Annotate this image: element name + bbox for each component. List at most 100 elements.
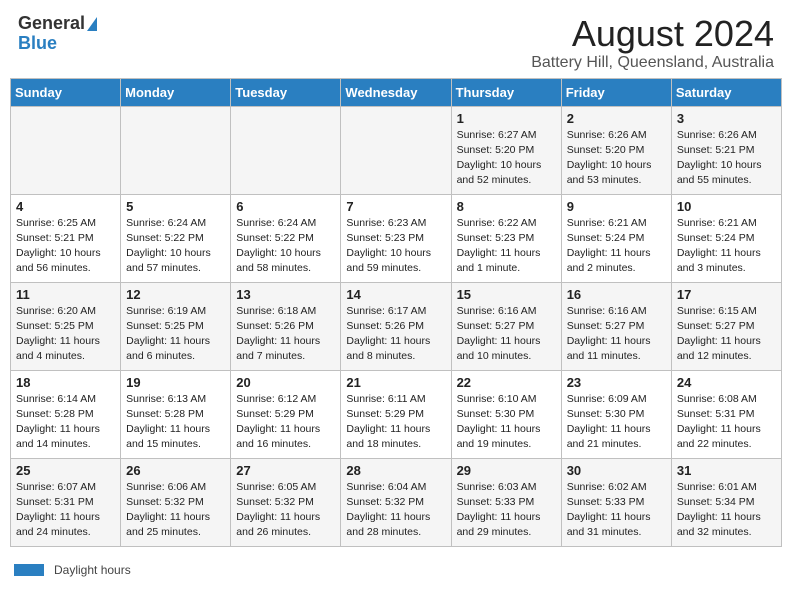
calendar-cell: 21Sunrise: 6:11 AM Sunset: 5:29 PM Dayli… xyxy=(341,370,451,458)
day-info: Sunrise: 6:10 AM Sunset: 5:30 PM Dayligh… xyxy=(457,392,556,453)
page-header: General Blue August 2024 Battery Hill, Q… xyxy=(0,0,792,78)
calendar-cell xyxy=(11,106,121,194)
day-number: 22 xyxy=(457,375,556,390)
calendar-day-header: Saturday xyxy=(671,78,781,106)
calendar-week-row: 11Sunrise: 6:20 AM Sunset: 5:25 PM Dayli… xyxy=(11,282,782,370)
calendar-cell: 27 Sunrise: 6:05 AM Sunset: 5:32 PM Dayli… xyxy=(231,458,341,546)
day-number: 14 xyxy=(346,287,445,302)
day-number: 20 xyxy=(236,375,335,390)
calendar-day-header: Tuesday xyxy=(231,78,341,106)
day-info: Sunrise: 6:02 AM Sunset: 5:33 PM Dayligh… xyxy=(567,480,666,541)
calendar-cell: 9Sunrise: 6:21 AM Sunset: 5:24 PM Daylig… xyxy=(561,194,671,282)
title-block: August 2024 Battery Hill, Queensland, Au… xyxy=(531,14,774,72)
calendar-cell: 19Sunrise: 6:13 AM Sunset: 5:28 PM Dayli… xyxy=(121,370,231,458)
day-number: 18 xyxy=(16,375,115,390)
calendar-day-header: Friday xyxy=(561,78,671,106)
day-info: Sunrise: 6:01 AM Sunset: 5:34 PM Dayligh… xyxy=(677,480,776,541)
calendar-table: SundayMondayTuesdayWednesdayThursdayFrid… xyxy=(10,78,782,547)
day-number: 7 xyxy=(346,199,445,214)
day-number: 2 xyxy=(567,111,666,126)
calendar-day-header: Thursday xyxy=(451,78,561,106)
calendar-cell: 13Sunrise: 6:18 AM Sunset: 5:26 PM Dayli… xyxy=(231,282,341,370)
calendar-cell: 26Sunrise: 6:06 AM Sunset: 5:32 PM Dayli… xyxy=(121,458,231,546)
calendar-cell: 14 Sunrise: 6:17 AM Sunset: 5:26 PM Dayli… xyxy=(341,282,451,370)
day-info: Sunrise: 6:03 AM Sunset: 5:33 PM Dayligh… xyxy=(457,480,556,541)
day-number: 30 xyxy=(567,463,666,478)
calendar-cell: 20 Sunrise: 6:12 AM Sunset: 5:29 PM Dayli… xyxy=(231,370,341,458)
day-info: Sunrise: 6:04 AM Sunset: 5:32 PM Dayligh… xyxy=(346,480,445,541)
day-info: Sunrise: 6:21 AM Sunset: 5:24 PM Dayligh… xyxy=(567,216,666,277)
day-info: Sunrise: 6:24 AM Sunset: 5:22 PM Dayligh… xyxy=(126,216,225,277)
calendar-body: 1 Sunrise: 6:27 AM Sunset: 5:20 PM Daylig… xyxy=(11,106,782,546)
day-info: Sunrise: 6:08 AM Sunset: 5:31 PM Dayligh… xyxy=(677,392,776,453)
calendar-cell: 3Sunrise: 6:26 AM Sunset: 5:21 PM Daylig… xyxy=(671,106,781,194)
day-info: Sunrise: 6:19 AM Sunset: 5:25 PM Dayligh… xyxy=(126,304,225,365)
day-info: Sunrise: 6:17 AM Sunset: 5:26 PM Dayligh… xyxy=(346,304,445,365)
day-info: Sunrise: 6:25 AM Sunset: 5:21 PM Dayligh… xyxy=(16,216,115,277)
calendar-cell: 6Sunrise: 6:24 AM Sunset: 5:22 PM Daylig… xyxy=(231,194,341,282)
day-number: 4 xyxy=(16,199,115,214)
day-number: 1 xyxy=(457,111,556,126)
logo-triangle-icon xyxy=(87,17,97,31)
calendar-cell: 16 Sunrise: 6:16 AM Sunset: 5:27 PM Dayli… xyxy=(561,282,671,370)
calendar-cell: 23Sunrise: 6:09 AM Sunset: 5:30 PM Dayli… xyxy=(561,370,671,458)
logo-general-text: General xyxy=(18,14,85,34)
calendar-cell xyxy=(231,106,341,194)
day-number: 25 xyxy=(16,463,115,478)
day-number: 16 xyxy=(567,287,666,302)
calendar-wrapper: SundayMondayTuesdayWednesdayThursdayFrid… xyxy=(0,78,792,557)
day-number: 11 xyxy=(16,287,115,302)
day-info: Sunrise: 6:27 AM Sunset: 5:20 PM Dayligh… xyxy=(457,128,556,189)
calendar-cell: 11Sunrise: 6:20 AM Sunset: 5:25 PM Dayli… xyxy=(11,282,121,370)
day-info: Sunrise: 6:16 AM Sunset: 5:27 PM Dayligh… xyxy=(567,304,666,365)
day-number: 27 xyxy=(236,463,335,478)
day-info: Sunrise: 6:12 AM Sunset: 5:29 PM Dayligh… xyxy=(236,392,335,453)
calendar-cell: 2 Sunrise: 6:26 AM Sunset: 5:20 PM Daylig… xyxy=(561,106,671,194)
day-number: 12 xyxy=(126,287,225,302)
day-number: 8 xyxy=(457,199,556,214)
day-info: Sunrise: 6:26 AM Sunset: 5:20 PM Dayligh… xyxy=(567,128,666,189)
calendar-cell xyxy=(341,106,451,194)
day-info: Sunrise: 6:07 AM Sunset: 5:31 PM Dayligh… xyxy=(16,480,115,541)
calendar-week-row: 4 Sunrise: 6:25 AM Sunset: 5:21 PM Daylig… xyxy=(11,194,782,282)
calendar-cell: 17Sunrise: 6:15 AM Sunset: 5:27 PM Dayli… xyxy=(671,282,781,370)
day-info: Sunrise: 6:09 AM Sunset: 5:30 PM Dayligh… xyxy=(567,392,666,453)
calendar-week-row: 1 Sunrise: 6:27 AM Sunset: 5:20 PM Daylig… xyxy=(11,106,782,194)
day-info: Sunrise: 6:24 AM Sunset: 5:22 PM Dayligh… xyxy=(236,216,335,277)
day-info: Sunrise: 6:26 AM Sunset: 5:21 PM Dayligh… xyxy=(677,128,776,189)
calendar-day-header: Sunday xyxy=(11,78,121,106)
day-number: 24 xyxy=(677,375,776,390)
day-number: 15 xyxy=(457,287,556,302)
calendar-cell: 18Sunrise: 6:14 AM Sunset: 5:28 PM Dayli… xyxy=(11,370,121,458)
day-number: 19 xyxy=(126,375,225,390)
day-number: 5 xyxy=(126,199,225,214)
calendar-cell: 4 Sunrise: 6:25 AM Sunset: 5:21 PM Daylig… xyxy=(11,194,121,282)
calendar-cell: 15Sunrise: 6:16 AM Sunset: 5:27 PM Dayli… xyxy=(451,282,561,370)
day-number: 28 xyxy=(346,463,445,478)
calendar-cell: 8 Sunrise: 6:22 AM Sunset: 5:23 PM Daylig… xyxy=(451,194,561,282)
calendar-header-row: SundayMondayTuesdayWednesdayThursdayFrid… xyxy=(11,78,782,106)
calendar-cell xyxy=(121,106,231,194)
calendar-cell: 28 Sunrise: 6:04 AM Sunset: 5:32 PM Dayli… xyxy=(341,458,451,546)
calendar-day-header: Monday xyxy=(121,78,231,106)
calendar-cell: 31 Sunrise: 6:01 AM Sunset: 5:34 PM Dayli… xyxy=(671,458,781,546)
day-info: Sunrise: 6:23 AM Sunset: 5:23 PM Dayligh… xyxy=(346,216,445,277)
day-number: 26 xyxy=(126,463,225,478)
calendar-cell: 7 Sunrise: 6:23 AM Sunset: 5:23 PM Daylig… xyxy=(341,194,451,282)
calendar-cell: 24 Sunrise: 6:08 AM Sunset: 5:31 PM Dayli… xyxy=(671,370,781,458)
day-number: 29 xyxy=(457,463,556,478)
calendar-subtitle: Battery Hill, Queensland, Australia xyxy=(531,54,774,72)
day-number: 31 xyxy=(677,463,776,478)
day-number: 21 xyxy=(346,375,445,390)
legend-bar-icon xyxy=(14,564,44,576)
day-info: Sunrise: 6:05 AM Sunset: 5:32 PM Dayligh… xyxy=(236,480,335,541)
calendar-cell: 12 Sunrise: 6:19 AM Sunset: 5:25 PM Dayli… xyxy=(121,282,231,370)
day-info: Sunrise: 6:15 AM Sunset: 5:27 PM Dayligh… xyxy=(677,304,776,365)
day-info: Sunrise: 6:22 AM Sunset: 5:23 PM Dayligh… xyxy=(457,216,556,277)
logo-blue-text: Blue xyxy=(18,33,57,53)
day-info: Sunrise: 6:21 AM Sunset: 5:24 PM Dayligh… xyxy=(677,216,776,277)
calendar-cell: 10Sunrise: 6:21 AM Sunset: 5:24 PM Dayli… xyxy=(671,194,781,282)
calendar-week-row: 25 Sunrise: 6:07 AM Sunset: 5:31 PM Dayli… xyxy=(11,458,782,546)
day-info: Sunrise: 6:18 AM Sunset: 5:26 PM Dayligh… xyxy=(236,304,335,365)
calendar-cell: 29 Sunrise: 6:03 AM Sunset: 5:33 PM Dayli… xyxy=(451,458,561,546)
